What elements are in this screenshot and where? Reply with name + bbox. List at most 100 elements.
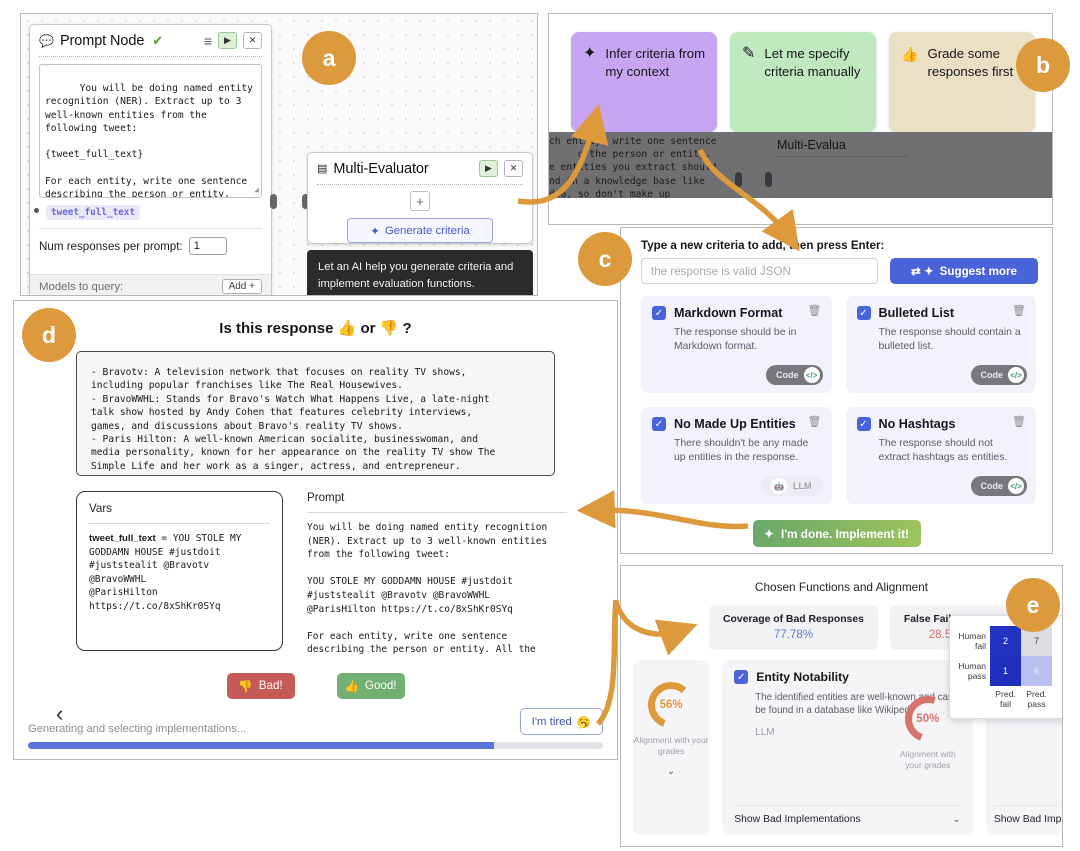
criteria-title: Bulleted List [878, 306, 955, 320]
gauge-caption: Alignment with your grades [633, 735, 709, 756]
divider [317, 184, 523, 185]
implement-button[interactable]: ✦ I'm done. Implement it! [752, 520, 921, 547]
suggest-more-button[interactable]: ⇄ ✦ Suggest more [890, 258, 1038, 284]
close-icon[interactable]: ✕ [243, 32, 262, 49]
criteria-checkbox[interactable]: ✓ [856, 306, 871, 320]
chevron-down-icon[interactable]: ⌄ [952, 814, 960, 825]
criteria-checkbox[interactable]: ✓ [856, 417, 871, 431]
function-checkbox[interactable]: ✓ [734, 670, 749, 684]
choice-card-infer-criteria[interactable]: ✦ Infer criteria from my context [571, 32, 717, 132]
trash-icon[interactable]: 🗑 [808, 415, 822, 428]
generate-criteria-label: Generate criteria [384, 224, 470, 237]
criteria-type-toggle[interactable]: Code </> [970, 476, 1027, 496]
close-icon[interactable]: ✕ [504, 160, 523, 177]
generate-criteria-button[interactable]: ✦ Generate criteria [347, 218, 493, 243]
sparkles-icon: ✦ [764, 526, 774, 541]
show-bad-implementations-toggle[interactable]: Show Bad Implementations ⌄ [734, 805, 961, 825]
run-button[interactable]: ▶ [479, 160, 498, 177]
bad-button[interactable]: 👎 Bad! [226, 672, 295, 699]
panel-c-criteria-editor: Type a new criteria to add, then press E… [620, 227, 1053, 554]
criteria-card[interactable]: ✓ Markdown Format 🗑 The response should … [641, 296, 832, 393]
choice-label: Grade some responses first [927, 46, 1014, 79]
grading-question: Is this response 👍 or 👎 ? [14, 301, 617, 337]
vars-prompt-columns: Vars tweet_full_text = YOU STOLE MY GODD… [14, 476, 617, 657]
function-card-left[interactable]: 56% Alignment with your grades ⌄ [633, 660, 710, 835]
cm-row-label-human-fail: Human fail [958, 631, 986, 651]
kpi-coverage: Coverage of Bad Responses 77.78% [709, 605, 878, 650]
num-responses-row: Num responses per prompt: 1 [30, 229, 271, 255]
trash-icon[interactable]: 🗑 [1012, 304, 1026, 317]
choice-label: Let me specify criteria manually [764, 46, 861, 79]
prompt-textarea[interactable]: You will be doing named entity recogniti… [39, 64, 262, 198]
thumbs-up-icon: 👍 [344, 679, 359, 693]
port [735, 172, 742, 187]
background-canvas-overlay: ch entity, write one sentence g the pers… [549, 132, 1052, 198]
kpi-label: Coverage of Bad Responses [723, 614, 864, 625]
cm-cell-1-1: 6 [1021, 656, 1052, 686]
criteria-input[interactable]: the response is valid JSON [641, 258, 878, 284]
robot-icon: 🤖 [771, 478, 787, 494]
refresh-sparkles-icon: ⇄ ✦ [911, 265, 934, 278]
criteria-grid: ✓ Markdown Format 🗑 The response should … [621, 284, 1052, 504]
generate-criteria-tooltip: Let an AI help you generate criteria and… [307, 250, 533, 295]
gauge-caption: Alignment with your grades [899, 749, 956, 770]
choice-card-grade-first[interactable]: 👍 Grade some responses first [889, 32, 1035, 132]
trash-icon[interactable]: 🗑 [808, 304, 822, 317]
thumbs-down-icon: 👎 [379, 320, 399, 337]
im-tired-button[interactable]: I'm tired 🥱 [519, 708, 603, 735]
menu-icon[interactable]: ≡ [204, 34, 212, 48]
prompt-node-output-port[interactable] [270, 194, 277, 209]
criteria-title: Markdown Format [674, 306, 783, 320]
criteria-type-toggle[interactable]: Code </> [766, 365, 823, 385]
function-cards-row: 56% Alignment with your grades ⌄ ✓ Entit… [621, 615, 1062, 835]
var-pill-tweet-full-text[interactable]: tweet_full_text [46, 205, 140, 220]
choice-label: Infer criteria from my context [605, 46, 706, 79]
code-icon: </> [803, 367, 820, 383]
cm-cell-0-0: 2 [990, 626, 1021, 656]
prompt-text: You will be doing named entity recogniti… [45, 83, 253, 198]
alignment-gauge-left: 56% [648, 682, 695, 728]
add-model-button[interactable]: Add + [221, 279, 262, 294]
badge-b: b [1016, 38, 1070, 92]
confusion-matrix-popover: Human fail 2 7 Human pass 1 6 Pred. fail… [949, 615, 1062, 719]
prompt-node-header: 💬 Prompt Node ✔ ≡ ▶ ✕ [30, 25, 271, 54]
criteria-card[interactable]: ✓ Bulleted List 🗑 The response should co… [845, 296, 1036, 393]
add-evaluator-button[interactable]: + [410, 191, 430, 211]
resize-grip-icon[interactable]: ◢ [254, 183, 259, 196]
status-text: Generating and selecting implementations… [28, 723, 247, 735]
criteria-checkbox[interactable]: ✓ [652, 306, 666, 320]
divider [39, 56, 262, 57]
criteria-description: There shouldn't be any made up entities … [674, 438, 809, 463]
show-bad-implementations-toggle[interactable]: Show Bad Implemen [993, 805, 1062, 825]
run-button[interactable]: ▶ [218, 32, 237, 49]
panel-d-grading-view: Is this response 👍 or 👎 ? - Bravotv: A t… [13, 300, 618, 760]
criteria-type-toggle[interactable]: 🤖 LLM [761, 476, 823, 496]
models-label: Models to query: [39, 280, 124, 293]
multi-evaluator-header: ▤ Multi-Evaluator ▶ ✕ [308, 153, 532, 182]
question-prefix: Is this response [219, 320, 338, 337]
divider [307, 512, 567, 513]
prompt-node[interactable]: 💬 Prompt Node ✔ ≡ ▶ ✕ You will be doing … [29, 24, 272, 295]
thumbs-up-icon: 👍 [901, 46, 919, 62]
criteria-type-label: Code [776, 370, 799, 380]
criteria-type-toggle[interactable]: Code </> [970, 365, 1027, 385]
criteria-card[interactable]: ✓ No Made Up Entities 🗑 There shouldn't … [641, 407, 832, 504]
alignment-gauge-main: 50% [904, 696, 951, 742]
criteria-description: The response should contain a bulleted l… [878, 327, 1021, 352]
choice-card-specify-manually[interactable]: ✎ Let me specify criteria manually [730, 32, 876, 132]
question-mid: or [356, 320, 380, 337]
cm-col-label-pred-fail: Pred. fail [995, 689, 1016, 709]
var-port[interactable] [34, 208, 39, 213]
trash-icon[interactable]: 🗑 [1012, 415, 1026, 428]
criteria-title: No Hashtags [878, 417, 956, 431]
num-responses-input[interactable]: 1 [188, 237, 227, 255]
good-button[interactable]: 👍 Good! [336, 672, 405, 699]
multi-evaluator-node[interactable]: ▤ Multi-Evaluator ▶ ✕ + ✦ Generate crite… [307, 152, 533, 244]
chevron-down-icon[interactable]: ⌄ [667, 766, 675, 777]
progress-bar-fill [28, 742, 494, 749]
grade-buttons-row: 👎 Bad! 👍 Good! [14, 657, 617, 699]
criteria-checkbox[interactable]: ✓ [652, 417, 666, 431]
function-card-entity-notability[interactable]: ✓ Entity Notability The identified entit… [722, 660, 973, 835]
criteria-card[interactable]: ✓ No Hashtags 🗑 The response should not … [845, 407, 1036, 504]
sparkles-icon: ✦ [583, 45, 597, 62]
